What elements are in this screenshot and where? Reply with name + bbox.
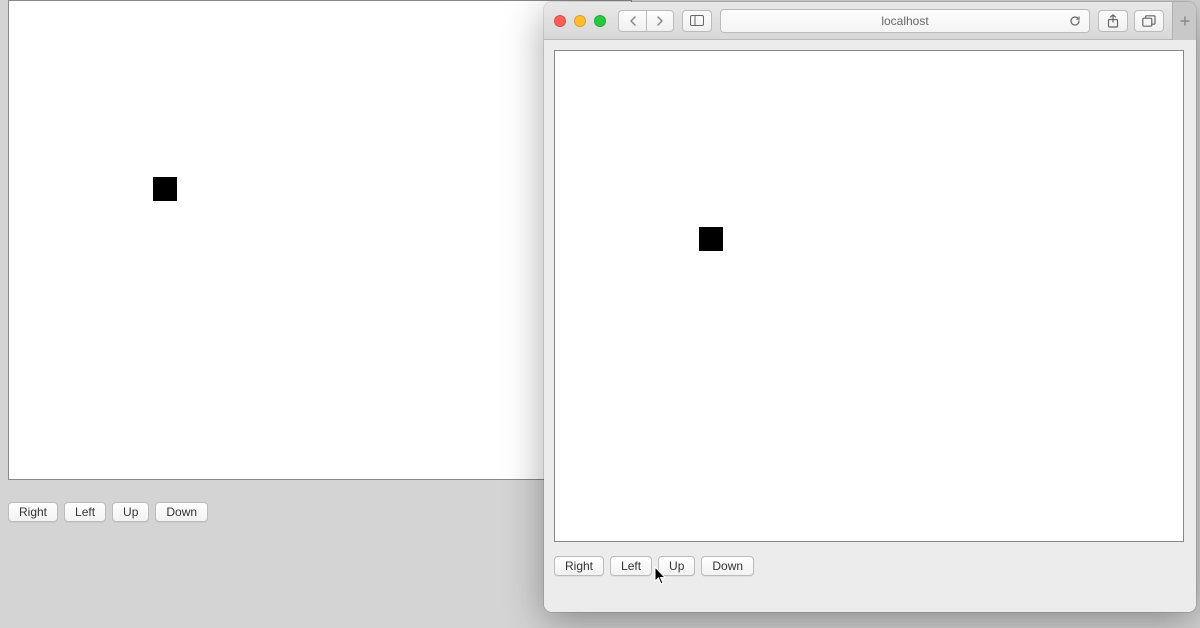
back-button[interactable] [618,10,646,32]
new-tab-button[interactable] [1172,2,1196,40]
right-button[interactable]: Right [8,502,58,522]
maximize-window-button[interactable] [594,15,606,27]
left-button[interactable]: Left [64,502,106,522]
share-button[interactable] [1098,10,1128,32]
up-button[interactable]: Up [112,502,149,522]
address-bar[interactable]: localhost [720,9,1090,33]
tabs-button[interactable] [1134,10,1164,32]
sidebar-toggle-button[interactable] [682,10,712,32]
canvas-area [554,50,1184,542]
chevron-left-icon [629,16,637,26]
minimize-window-button[interactable] [574,15,586,27]
left-button[interactable]: Left [610,556,652,576]
down-button[interactable]: Down [155,502,208,522]
down-button[interactable]: Down [701,556,754,576]
navigation-buttons [618,10,674,32]
chevron-right-icon [656,16,664,26]
close-window-button[interactable] [554,15,566,27]
sidebar-icon [690,15,704,26]
reload-icon [1069,15,1081,27]
browser-content: Right Left Up Down [544,40,1196,612]
share-icon [1107,14,1119,28]
forward-button[interactable] [646,10,674,32]
url-text: localhost [881,14,928,28]
reload-button[interactable] [1069,15,1081,27]
plus-icon [1179,15,1191,27]
safari-window: localhost Right Left Up Down [544,2,1196,612]
browser-toolbar: localhost [544,2,1196,40]
up-button[interactable]: Up [658,556,695,576]
window-controls [554,15,606,27]
toolbar-right-group [1098,2,1186,40]
black-square [699,227,723,251]
control-button-row: Right Left Up Down [8,502,208,522]
tabs-icon [1142,15,1156,27]
right-button[interactable]: Right [554,556,604,576]
canvas-area [8,0,632,480]
black-square [153,177,177,201]
control-button-row: Right Left Up Down [554,556,1186,576]
